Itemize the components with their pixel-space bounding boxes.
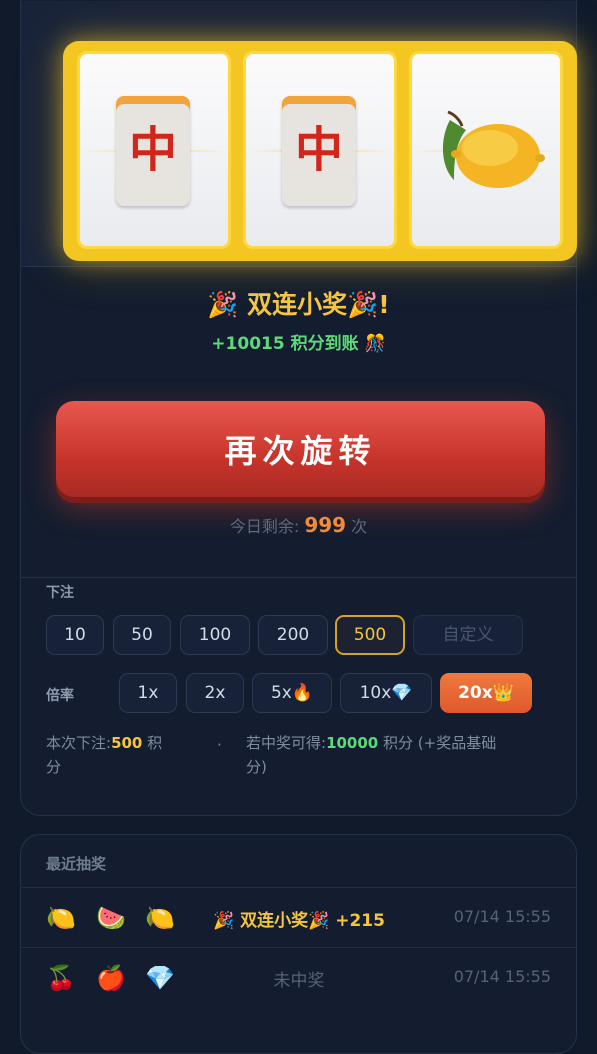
diamond-icon: 💎	[145, 964, 175, 992]
win-unit-wrap: 分)	[246, 758, 267, 776]
bet-option-500[interactable]: 500	[335, 615, 405, 655]
recent-draw-time: 07/14 15:55	[453, 967, 551, 986]
current-bet-label: 本次下注:	[46, 734, 112, 752]
divider	[21, 577, 576, 578]
mahjong-tile-icon: 中	[282, 96, 356, 206]
lemon-icon	[442, 110, 545, 188]
spin-again-button[interactable]: 再次旋转	[56, 401, 545, 497]
result-subtitle: +10015 积分到账 🎊	[211, 334, 386, 354]
recent-draw-row: 🍒 🍎 💎 未中奖 07/14 15:55	[21, 947, 576, 1008]
bet-option-200[interactable]: 200	[258, 615, 328, 655]
recent-draw-row: 🍋 🍉 🍋 🎉 双连小奖🎉 +215 07/14 15:55	[21, 887, 576, 948]
current-bet-unit: 积	[147, 734, 163, 752]
recent-draws-card: 最近抽奖 🍋 🍉 🍋 🎉 双连小奖🎉 +215 07/14 15:55 🍒 🍎 …	[20, 834, 577, 1054]
mahjong-tile-icon: 中	[116, 96, 190, 206]
multiplier-2x[interactable]: 2x	[186, 673, 244, 713]
reel-1: 中	[77, 51, 231, 249]
recent-draw-time: 07/14 15:55	[453, 907, 551, 926]
win-unit: 积分 (+奖品基础	[383, 734, 497, 752]
slot-machine-card: 中 中 🎉 双连小奖🎉! +10015 积分到账 🎊 再次旋转 今日剩余: 99…	[20, 0, 577, 816]
win-value: 10000	[326, 734, 379, 752]
cherry-icon: 🍒	[46, 964, 76, 992]
mahjong-tile-char: 中	[128, 122, 177, 178]
watermelon-icon: 🍉	[96, 904, 126, 932]
multiplier-20x[interactable]: 20x👑	[440, 673, 532, 713]
recent-draws-title: 最近抽奖	[46, 855, 107, 873]
current-bet-value: 500	[111, 734, 143, 752]
bet-label: 下注	[46, 585, 74, 601]
win-estimate-summary: 若中奖可得:10000 积分 (+奖品基础 分)	[246, 731, 566, 779]
bet-option-10[interactable]: 10	[46, 615, 104, 655]
win-label: 若中奖可得:	[246, 734, 327, 752]
lemon-icon: 🍋	[145, 904, 175, 932]
current-bet-summary: 本次下注:500 积 分	[46, 731, 206, 779]
multiplier-10x[interactable]: 10x💎	[340, 673, 432, 713]
mahjong-tile-char: 中	[294, 122, 343, 178]
multiplier-1x[interactable]: 1x	[119, 673, 177, 713]
apple-icon: 🍎	[96, 964, 126, 992]
reel-frame: 中 中	[63, 41, 577, 261]
multiplier-5x[interactable]: 5x🔥	[252, 673, 332, 713]
result-title: 🎉 双连小奖🎉!	[207, 290, 390, 319]
recent-draw-result: 🎉 双连小奖🎉 +215	[213, 911, 385, 931]
remaining-count: 999	[304, 513, 347, 537]
multiplier-label: 倍率	[46, 688, 74, 704]
recent-draw-result: 未中奖	[273, 971, 325, 991]
current-bet-unit-wrap: 分	[46, 758, 62, 776]
bet-option-50[interactable]: 50	[113, 615, 171, 655]
remaining-unit: 次	[351, 517, 368, 536]
summary-separator: ·	[217, 736, 222, 754]
remaining-label: 今日剩余:	[229, 517, 300, 536]
lemon-icon: 🍋	[46, 904, 76, 932]
bet-option-custom[interactable]: 自定义	[413, 615, 523, 655]
bet-option-100[interactable]: 100	[180, 615, 250, 655]
reel-area: 中 中	[21, 1, 577, 267]
reel-3	[409, 51, 563, 249]
reel-2: 中	[243, 51, 397, 249]
remaining-spins: 今日剩余: 999 次	[21, 513, 576, 537]
